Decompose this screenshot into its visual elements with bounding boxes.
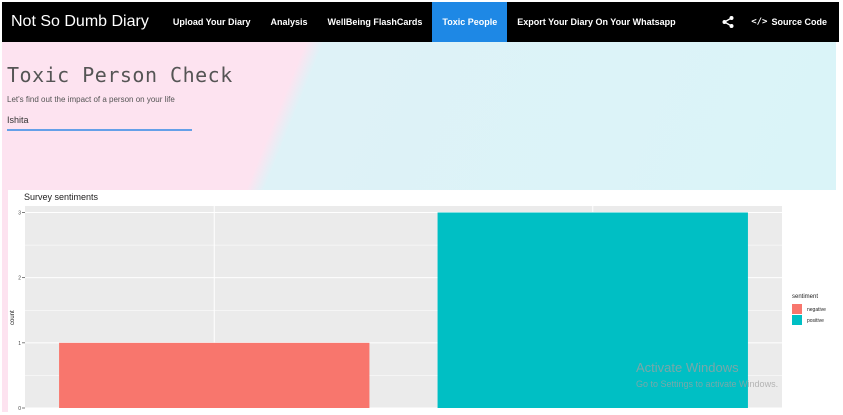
nav-right: </> Source Code <box>721 2 839 42</box>
y-tick-label: 2 <box>18 276 21 282</box>
y-tick-label: 0 <box>18 406 21 412</box>
brand-title[interactable]: Not So Dumb Diary <box>2 13 159 31</box>
person-name-input[interactable] <box>7 113 192 131</box>
legend-swatch-negative <box>792 304 802 314</box>
tab-export-whatsapp[interactable]: Export Your Diary On Your Whatsapp <box>507 2 685 42</box>
activation-watermark-text: Go to Settings to activate Windows. <box>636 379 779 389</box>
navbar: Not So Dumb Diary Upload Your Diary Anal… <box>2 2 839 42</box>
chart-title: Survey sentiments <box>24 192 99 202</box>
activation-watermark-title: Activate Windows <box>636 360 739 375</box>
bar-negative <box>59 342 370 408</box>
legend-label-positive: positive <box>807 318 824 324</box>
legend-title: sentiment <box>792 294 818 300</box>
share-icon[interactable] <box>721 15 735 29</box>
page-title: Toxic Person Check <box>7 63 233 87</box>
y-tick-label: 1 <box>18 341 21 347</box>
nav-tabs: Upload Your Diary Analysis WellBeing Fla… <box>163 2 686 42</box>
source-code-label: Source Code <box>771 17 827 27</box>
page-subtitle: Let's find out the impact of a person on… <box>7 95 175 104</box>
legend-swatch-positive <box>792 315 802 325</box>
code-icon: </> <box>751 17 768 27</box>
y-tick-label: 3 <box>18 211 21 217</box>
y-axis-label: count <box>10 310 16 325</box>
legend-label-negative: negative <box>807 307 826 313</box>
tab-wellbeing-flashcards[interactable]: WellBeing FlashCards <box>318 2 433 42</box>
tab-analysis[interactable]: Analysis <box>261 2 318 42</box>
source-code-link[interactable]: </> Source Code <box>751 17 839 27</box>
tab-upload-diary[interactable]: Upload Your Diary <box>163 2 261 42</box>
tab-toxic-people[interactable]: Toxic People <box>432 2 508 42</box>
